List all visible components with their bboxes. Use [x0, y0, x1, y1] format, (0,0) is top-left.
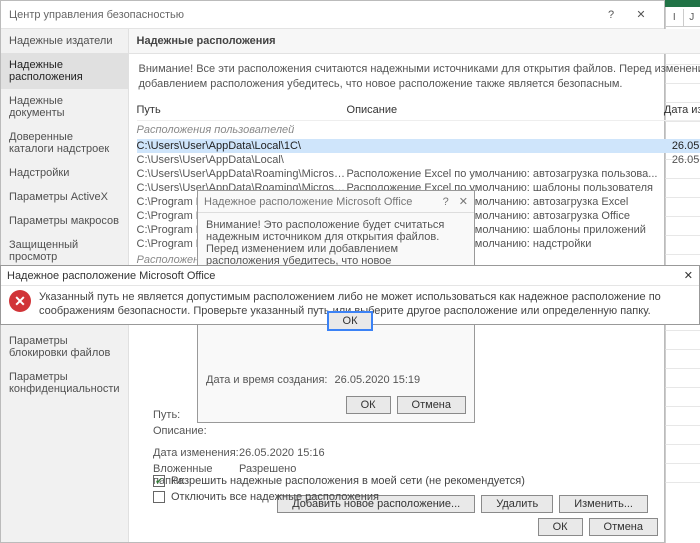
sidebar-item-trusted-locations[interactable]: Надежные расположения — [1, 53, 128, 89]
allow-network-label: Разрешить надежные расположения в моей с… — [171, 475, 525, 487]
table-row[interactable]: C:\Users\User\AppData\Local\1C\ 26.05.20… — [137, 139, 700, 153]
window-footer: ОК Отмена — [538, 518, 658, 536]
dialog-cancel-button[interactable]: Отмена — [397, 396, 466, 414]
col-header[interactable]: J — [683, 9, 700, 26]
created-date-label: Дата и время создания: — [206, 374, 327, 386]
disable-all-checkbox[interactable] — [153, 491, 165, 503]
sidebar-item[interactable]: Параметры ActiveX — [1, 185, 128, 209]
col-path[interactable]: Путь — [137, 104, 347, 116]
table-row[interactable]: C:\Users\User\AppData\Local\ 26.05.2020 … — [137, 153, 700, 167]
error-alert-dialog: Надежное расположение Microsoft Office ✕… — [0, 265, 700, 325]
alert-close-button[interactable]: ✕ — [684, 269, 693, 282]
sidebar-item[interactable]: Надстройки — [1, 161, 128, 185]
col-date[interactable]: Дата изменения▼ — [657, 104, 700, 116]
sidebar-item[interactable]: Параметры блокировки файлов — [1, 329, 128, 365]
section-warning: Внимание! Все эти расположения считаются… — [129, 54, 700, 100]
sidebar-item[interactable]: Доверенные каталоги надстроек — [1, 125, 128, 161]
error-icon: ✕ — [9, 290, 31, 312]
sidebar-item[interactable]: Параметры конфиденциальности — [1, 365, 128, 401]
help-button[interactable]: ? — [596, 9, 626, 21]
list-header[interactable]: Путь Описание Дата изменения▼ — [137, 100, 700, 121]
col-header[interactable]: I — [665, 9, 683, 26]
window-title: Центр управления безопасностью — [9, 9, 184, 21]
sidebar-item[interactable]: Надежные документы — [1, 89, 128, 125]
sidebar-item[interactable]: Параметры макросов — [1, 209, 128, 233]
close-button[interactable]: ✕ — [626, 8, 656, 21]
title-bar: Центр управления безопасностью ? ✕ — [1, 1, 664, 29]
sidebar-item[interactable]: Защищенный просмотр — [1, 233, 128, 269]
table-row[interactable]: C:\Users\User\AppData\Roaming\Microsoft\… — [137, 167, 700, 181]
dialog-ok-button[interactable]: ОК — [346, 396, 391, 414]
allow-network-checkbox[interactable]: ✔ — [153, 475, 165, 487]
dialog-help-button[interactable]: ? — [443, 196, 449, 208]
disable-all-label: Отключить все надежные расположения — [171, 491, 379, 503]
alert-title: Надежное расположение Microsoft Office — [7, 270, 215, 282]
dialog-close-button[interactable]: ✕ — [459, 195, 468, 208]
options-checks: ✔ Разрешить надежные расположения в моей… — [143, 470, 658, 508]
dialog-title: Надежное расположение Microsoft Office — [204, 196, 412, 208]
col-desc[interactable]: Описание — [347, 104, 658, 116]
ok-button[interactable]: ОК — [538, 518, 583, 536]
created-date-value: 26.05.2020 15:19 — [335, 374, 421, 386]
cancel-button[interactable]: Отмена — [589, 518, 658, 536]
section-header: Надежные расположения — [129, 29, 700, 54]
sidebar-item[interactable]: Надежные издатели — [1, 29, 128, 53]
alert-ok-button[interactable]: ОК — [328, 312, 373, 330]
list-group-user: Расположения пользователей — [137, 121, 700, 139]
